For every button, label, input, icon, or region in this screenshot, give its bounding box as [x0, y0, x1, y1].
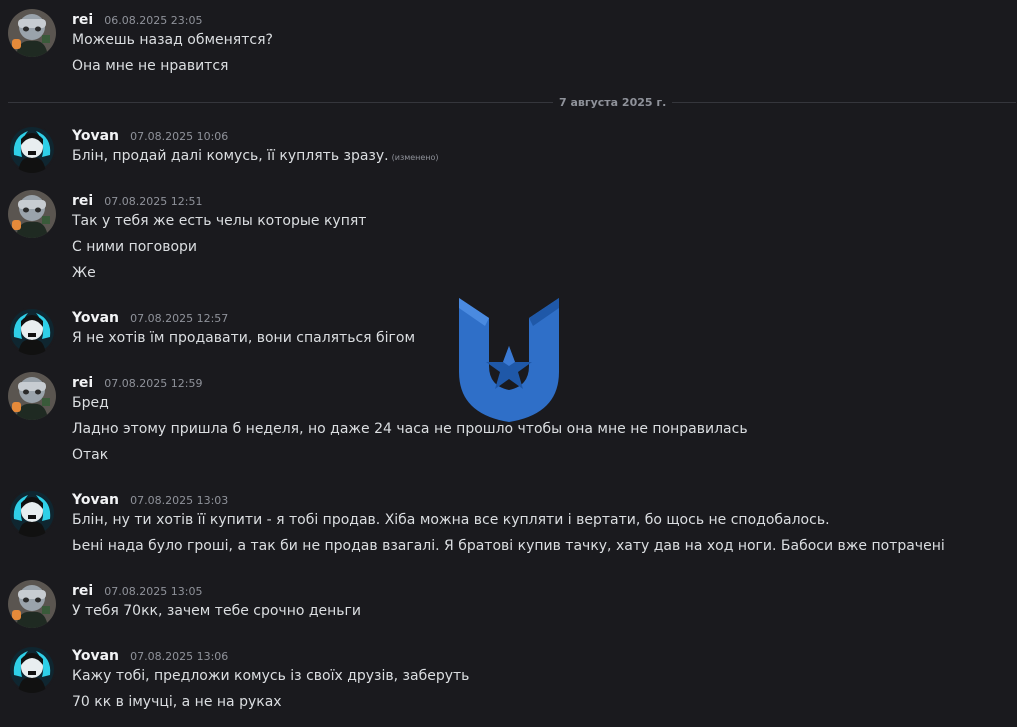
date-divider-line [8, 102, 1016, 103]
avatar-image [8, 190, 56, 238]
username[interactable]: rei [72, 583, 93, 599]
shield-star-logo-icon [455, 296, 563, 424]
message-header: Yovan 07.08.2025 12:57 [72, 307, 228, 327]
timestamp: 07.08.2025 12:57 [130, 312, 229, 325]
edited-marker: (изменено) [391, 153, 439, 162]
timestamp: 07.08.2025 12:51 [104, 195, 203, 208]
message-text: Можешь назад обменятся? [72, 32, 273, 48]
rei-avatar[interactable] [8, 580, 56, 628]
timestamp: 07.08.2025 12:59 [104, 377, 203, 390]
message-text: 70 кк в імучці, а не на руках [72, 694, 282, 710]
timestamp: 07.08.2025 13:03 [130, 494, 229, 507]
avatar-image [8, 489, 56, 537]
message-text: Кажу тобі, предложи комусь із своїх друз… [72, 668, 470, 684]
message-content: Блін, продай далі комусь, її куплять зра… [72, 148, 389, 164]
message-header: rei 07.08.2025 12:51 [72, 190, 202, 210]
avatar-image [8, 372, 56, 420]
message-text: С ними поговори [72, 239, 198, 255]
rei-avatar[interactable] [8, 190, 56, 238]
yovan-avatar[interactable] [8, 307, 56, 355]
username[interactable]: Yovan [72, 128, 119, 144]
message-header: Yovan 07.08.2025 13:06 [72, 645, 228, 665]
username[interactable]: rei [72, 12, 93, 28]
message-text: У тебя 70кк, зачем тебе срочно деньги [72, 603, 362, 619]
username[interactable]: rei [72, 375, 93, 391]
yovan-avatar[interactable] [8, 125, 56, 173]
message-text: Ьені нада було гроші, а так би не продав… [72, 538, 945, 554]
message-text: Ладно этому пришла б неделя, но даже 24 … [72, 421, 748, 437]
message-header: rei 07.08.2025 12:59 [72, 372, 202, 392]
rei-avatar[interactable] [8, 372, 56, 420]
rei-avatar[interactable] [8, 9, 56, 57]
chat-view: rei 06.08.2025 23:05 Можешь назад обменя… [0, 0, 1017, 727]
yovan-avatar[interactable] [8, 645, 56, 693]
username[interactable]: Yovan [72, 648, 119, 664]
avatar-image [8, 580, 56, 628]
timestamp: 07.08.2025 13:06 [130, 650, 229, 663]
message-text: Блін, ну ти хотів її купити - я тобі про… [72, 512, 830, 528]
message-text: Так у тебя же есть челы которые купят [72, 213, 367, 229]
yovan-avatar[interactable] [8, 489, 56, 537]
username[interactable]: rei [72, 193, 93, 209]
username[interactable]: Yovan [72, 310, 119, 326]
timestamp: 07.08.2025 13:05 [104, 585, 203, 598]
message-header: Yovan 07.08.2025 10:06 [72, 125, 228, 145]
message-text: Она мне не нравится [72, 58, 229, 74]
avatar-image [8, 645, 56, 693]
avatar-image [8, 307, 56, 355]
date-divider-label: 7 августа 2025 г. [553, 96, 673, 109]
message-header: Yovan 07.08.2025 13:03 [72, 489, 228, 509]
avatar-image [8, 125, 56, 173]
message-header: rei 07.08.2025 13:05 [72, 580, 202, 600]
timestamp: 06.08.2025 23:05 [104, 14, 203, 27]
message-text: Бред [72, 395, 109, 411]
message-header: rei 06.08.2025 23:05 [72, 9, 202, 29]
timestamp: 07.08.2025 10:06 [130, 130, 229, 143]
message-text: Же [72, 265, 96, 281]
avatar-image [8, 9, 56, 57]
message-text: Отак [72, 447, 109, 463]
message-text: Я не хотів їм продавати, вони спаляться … [72, 330, 416, 346]
username[interactable]: Yovan [72, 492, 119, 508]
message-text: Блін, продай далі комусь, її куплять зра… [72, 146, 439, 166]
